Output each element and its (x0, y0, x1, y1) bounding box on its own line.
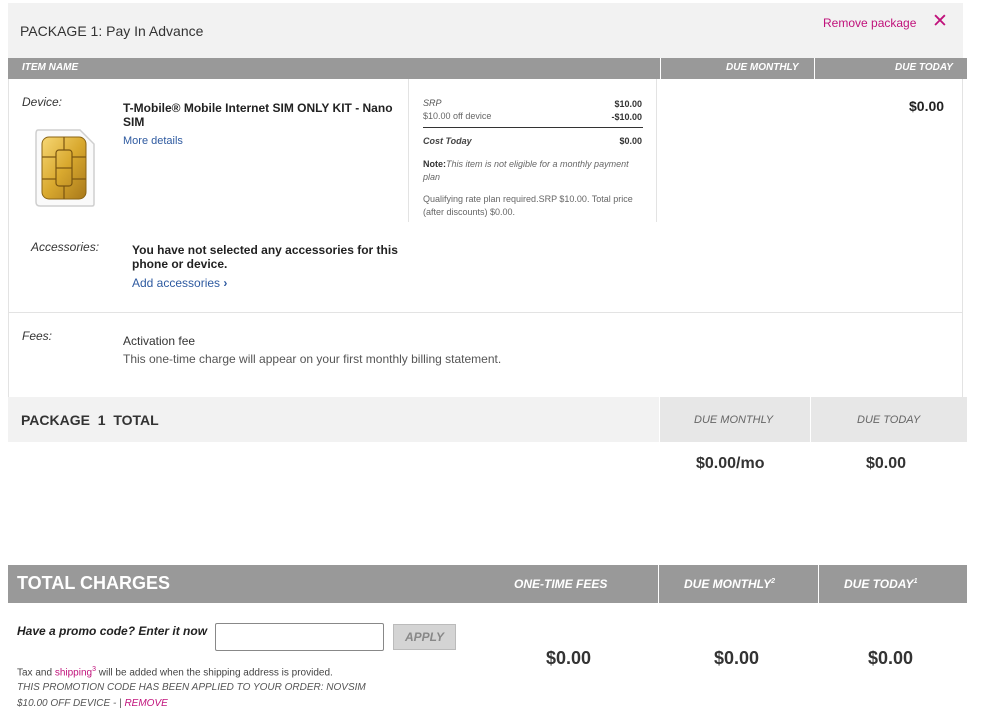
cost-today-label: Cost Today (423, 136, 472, 146)
total-due-monthly-value: $0.00 (714, 648, 760, 668)
total-due-monthly-text: DUE MONTHLY (684, 577, 772, 591)
one-time-fees-label: ONE-TIME FEES (514, 577, 608, 591)
cost-today-value: $0.00 (619, 136, 642, 146)
column-due-today: DUE TODAY (895, 62, 953, 73)
promo-detail-text: $10.00 OFF DEVICE - | (17, 698, 125, 709)
fees-label: Fees: (22, 329, 53, 343)
footnote-1: 1 (913, 578, 918, 585)
column-separator (658, 565, 659, 603)
chevron-right-icon: › (223, 276, 228, 290)
package-title: PACKAGE 1: Pay In Advance (20, 23, 204, 39)
device-price-panel: SRP $10.00 $10.00 off device -$10.00 Cos… (408, 79, 657, 222)
qualify-text: Qualifying rate plan required.SRP $10.00… (423, 194, 633, 217)
payment-note: Note:This item is not eligible for a mon… (423, 158, 643, 184)
package-total-title: PACKAGE 1 TOTAL (21, 412, 159, 428)
one-time-fees-value: $0.00 (546, 648, 592, 668)
total-charges-title: TOTAL CHARGES (17, 573, 171, 593)
fee-description: This one-time charge will appear on your… (123, 352, 502, 366)
column-separator (814, 58, 815, 79)
add-accessories-label: Add accessories (132, 276, 221, 290)
column-due-monthly: DUE MONTHLY (726, 62, 799, 73)
promo-applied-detail: $10.00 OFF DEVICE - | REMOVE (17, 698, 168, 709)
more-details-link[interactable]: More details (123, 135, 183, 147)
srp-value: $10.00 (614, 99, 642, 109)
box-border (962, 79, 963, 397)
footnote-2: 2 (771, 578, 776, 585)
promo-prompt: Have a promo code? Enter it now (17, 624, 208, 638)
close-icon[interactable]: ✕ (932, 12, 948, 32)
package-total-due-today-label: DUE TODAY (857, 414, 921, 426)
tax-shipping-note: Tax and shipping3 will be added when the… (17, 666, 333, 678)
shipping-link[interactable]: shipping (55, 667, 92, 678)
promo-applied-text: THIS PROMOTION CODE HAS BEEN APPLIED TO … (17, 682, 366, 693)
package-total-due-monthly: $0.00/mo (696, 455, 765, 472)
total-due-today-value: $0.00 (868, 648, 914, 668)
accessories-message: You have not selected any accessories fo… (132, 243, 398, 271)
total-due-today-label: DUE TODAY1 (844, 577, 917, 591)
note-text: This item is not eligible for a monthly … (423, 159, 629, 182)
promo-code-input[interactable] (215, 623, 384, 651)
apply-button[interactable]: APPLY (393, 624, 456, 650)
tax-prefix: Tax and (17, 667, 55, 679)
box-border (8, 79, 9, 397)
device-name: T-Mobile® Mobile Internet SIM ONLY KIT -… (123, 101, 393, 129)
total-due-today-text: DUE TODAY (844, 577, 914, 591)
fee-name: Activation fee (123, 334, 196, 348)
accessories-label: Accessories: (31, 240, 100, 254)
package-total-due-today: $0.00 (866, 455, 907, 472)
note-label: Note: (423, 159, 446, 169)
remove-promo-link[interactable]: REMOVE (124, 698, 167, 709)
total-due-monthly-label: DUE MONTHLY2 (684, 577, 775, 591)
add-accessories-link[interactable]: Add accessories › (132, 276, 227, 290)
device-due-today: $0.00 (909, 98, 945, 114)
column-separator (660, 58, 661, 79)
sim-card-icon (34, 128, 96, 208)
column-item-name: ITEM NAME (22, 62, 79, 73)
price-divider (423, 127, 643, 128)
discount-value: -$10.00 (611, 112, 642, 122)
column-separator (818, 565, 819, 603)
section-divider (8, 312, 963, 313)
device-label: Device: (22, 95, 63, 109)
column-header-bar: ITEM NAME DUE MONTHLY DUE TODAY (8, 58, 967, 79)
tax-suffix: will be added when the shipping address … (95, 667, 333, 679)
remove-package-link[interactable]: Remove package (823, 16, 916, 30)
discount-label: $10.00 off device (423, 111, 492, 121)
srp-label: SRP (423, 98, 442, 108)
package-total-due-monthly-label: DUE MONTHLY (694, 414, 774, 426)
